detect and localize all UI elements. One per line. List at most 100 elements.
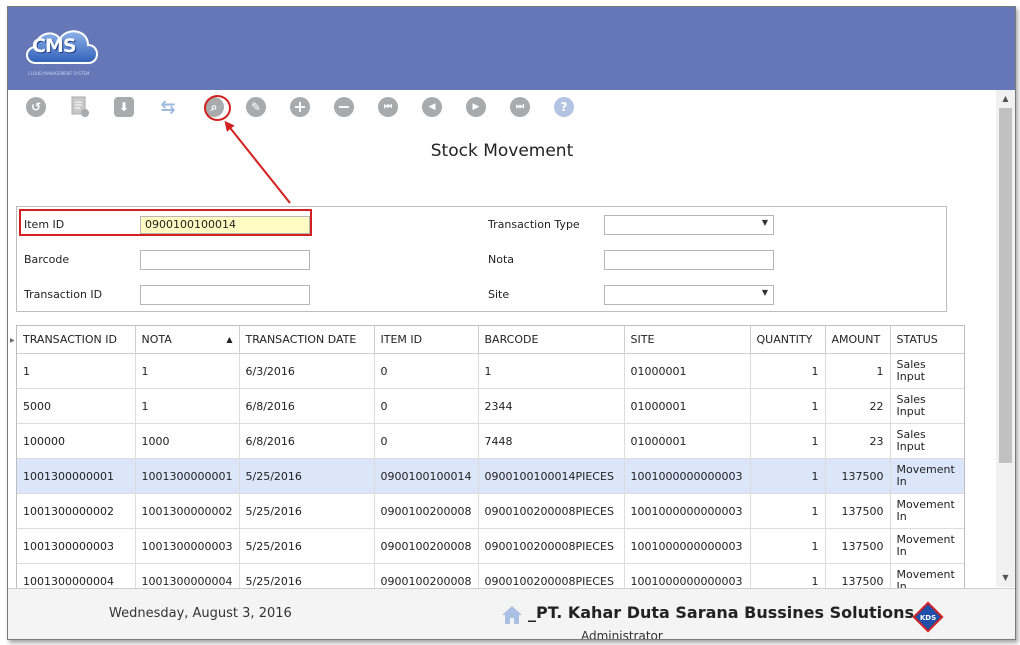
transaction-type-select[interactable]: ▼ [604, 215, 774, 235]
column-header-transaction-date[interactable]: TRANSACTION DATE [239, 326, 375, 354]
cell-quantity: 1 [750, 423, 826, 459]
scroll-down-icon[interactable]: ▼ [996, 571, 1015, 585]
site-label: Site [488, 288, 510, 301]
remove-icon: − [334, 97, 354, 117]
cell-date: 6/3/2016 [239, 353, 375, 389]
table-row[interactable]: 100000 1000 6/8/2016 0 7448 01000001 1 2… [17, 423, 964, 459]
home-icon[interactable] [500, 603, 524, 627]
scroll-up-icon[interactable]: ▲ [996, 92, 1015, 106]
previous-record-button[interactable]: ◀ [421, 96, 443, 118]
first-record-button[interactable]: ⏮ [377, 96, 399, 118]
cell-date: 5/25/2016 [239, 458, 375, 494]
cell-status: Movement In [890, 458, 964, 494]
undo-button[interactable]: ↺ [25, 96, 47, 118]
edit-button[interactable]: ✎ [245, 96, 267, 118]
help-button[interactable]: ? [553, 96, 575, 118]
cell-item-id: 0900100200008 [374, 493, 479, 529]
help-icon: ? [554, 97, 574, 117]
barcode-field[interactable] [140, 250, 310, 270]
cell-status: Sales Input [890, 423, 964, 459]
last-record-button[interactable]: ⏭ [509, 96, 531, 118]
vertical-scrollbar[interactable]: ▲ ▼ [996, 90, 1015, 587]
table-header-row: TRANSACTION ID NOTA ▲ TRANSACTION DATE IT… [17, 326, 964, 354]
report-button[interactable] [69, 96, 91, 118]
annotation-circle [204, 95, 231, 121]
report-icon [71, 96, 89, 117]
cell-transaction-id: 1001300000001 [17, 458, 136, 494]
last-record-icon: ⏭ [510, 97, 530, 117]
cell-barcode: 0900100200008PIECES [478, 528, 625, 564]
cell-site: 01000001 [624, 388, 751, 424]
table-row[interactable]: 1001300000003 1001300000003 5/25/2016 09… [17, 528, 964, 564]
cell-amount: 137500 [825, 458, 891, 494]
cell-status: Movement In [890, 493, 964, 529]
column-header-transaction-id[interactable]: TRANSACTION ID [17, 326, 136, 354]
transaction-type-label: Transaction Type [488, 218, 580, 231]
cell-nota: 1000 [135, 423, 240, 459]
cell-transaction-id: 1001300000003 [17, 528, 136, 564]
cell-barcode: 0900100200008PIECES [478, 563, 625, 590]
cell-transaction-id: 1001300000004 [17, 563, 136, 590]
undo-icon: ↺ [26, 97, 46, 117]
cell-site: 1001000000000003 [624, 563, 751, 590]
scrollbar-thumb[interactable] [999, 108, 1012, 463]
transaction-id-field[interactable] [140, 285, 310, 305]
table-row-selected[interactable]: 1001300000001 1001300000001 5/25/2016 09… [17, 458, 964, 494]
cell-amount: 137500 [825, 528, 891, 564]
cell-transaction-id: 100000 [17, 423, 136, 459]
cell-quantity: 1 [750, 493, 826, 529]
sort-ascending-icon: ▲ [226, 335, 233, 344]
table-row[interactable]: 1 1 6/3/2016 0 1 01000001 1 1 Sales Inpu… [17, 353, 964, 389]
table-row[interactable]: 5000 1 6/8/2016 0 2344 01000001 1 22 Sal… [17, 388, 964, 424]
column-header-site[interactable]: SITE [624, 326, 751, 354]
column-header-status[interactable]: STATUS [890, 326, 964, 354]
edit-icon: ✎ [246, 97, 266, 117]
refresh-button[interactable]: ⇆ [157, 96, 179, 118]
nota-label: Nota [488, 253, 515, 266]
cell-amount: 137500 [825, 493, 891, 529]
cell-site: 1001000000000003 [624, 528, 751, 564]
logo-text: CMS [32, 35, 77, 57]
footer: Wednesday, August 3, 2016 _PT. Kahar Dut… [8, 588, 1015, 640]
cell-quantity: 1 [750, 353, 826, 389]
column-header-barcode[interactable]: BARCODE [478, 326, 625, 354]
cell-date: 5/25/2016 [239, 493, 375, 529]
table-row[interactable]: 1001300000004 1001300000004 5/25/2016 09… [17, 563, 964, 590]
column-header-nota-label: NOTA [141, 333, 172, 346]
page-title: Stock Movement [430, 141, 574, 161]
cell-status: Sales Input [890, 388, 964, 424]
cell-site: 1001000000000003 [624, 458, 751, 494]
cell-nota: 1 [135, 353, 240, 389]
remove-button[interactable]: − [333, 96, 355, 118]
app-window: CMS CLOUD MANAGEMENT SYSTEM ↺ ⬇ ⇆ ⌕ ✎ + … [7, 6, 1016, 640]
column-header-amount[interactable]: AMOUNT [825, 326, 891, 354]
nota-field[interactable] [604, 250, 774, 270]
cell-quantity: 1 [750, 563, 826, 590]
table-row[interactable]: 1001300000002 1001300000002 5/25/2016 09… [17, 493, 964, 529]
kds-logo-icon: KDS [912, 601, 944, 633]
cell-item-id: 0900100200008 [374, 528, 479, 564]
next-record-button[interactable]: ▶ [465, 96, 487, 118]
site-select[interactable]: ▼ [604, 285, 774, 305]
current-user: Administrator [581, 629, 663, 640]
transaction-id-label: Transaction ID [24, 288, 103, 301]
toolbar: ↺ ⬇ ⇆ ⌕ ✎ + − ⏮ ◀ ▶ ⏭ ? [8, 90, 996, 128]
column-header-item-id[interactable]: ITEM ID [374, 326, 479, 354]
dropdown-caret-icon: ▼ [761, 218, 768, 227]
column-header-nota[interactable]: NOTA ▲ [135, 326, 240, 354]
cell-status: Movement In [890, 528, 964, 564]
cell-quantity: 1 [750, 528, 826, 564]
column-header-quantity[interactable]: QUANTITY [750, 326, 826, 354]
cell-status: Movement In [890, 563, 964, 590]
next-record-icon: ▶ [466, 97, 486, 117]
add-button[interactable]: + [289, 96, 311, 118]
cell-date: 6/8/2016 [239, 423, 375, 459]
cell-item-id: 0900100100014 [374, 458, 479, 494]
dropdown-caret-icon: ▼ [761, 288, 768, 297]
cell-barcode: 0900100100014PIECES [478, 458, 625, 494]
download-button[interactable]: ⬇ [113, 96, 135, 118]
previous-record-icon: ◀ [422, 97, 442, 117]
stock-movement-table: TRANSACTION ID NOTA ▲ TRANSACTION DATE IT… [17, 326, 964, 590]
cell-site: 01000001 [624, 423, 751, 459]
cell-nota: 1001300000004 [135, 563, 240, 590]
